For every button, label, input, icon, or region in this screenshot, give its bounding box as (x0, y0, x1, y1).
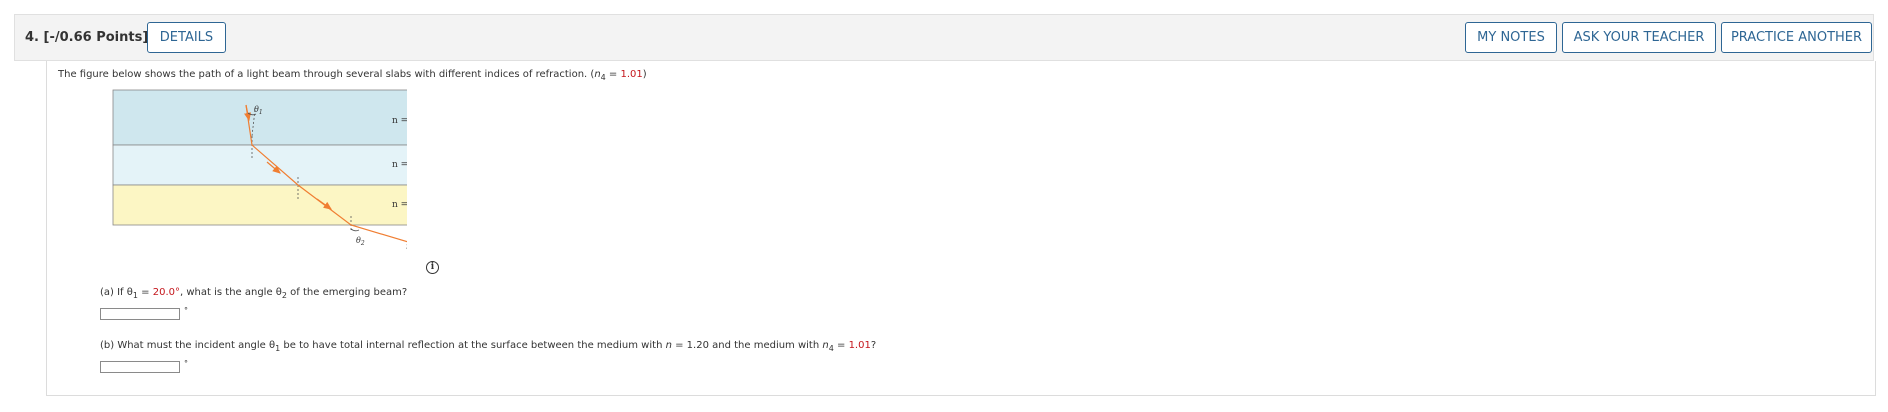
layer2-label: n = 1.40 (392, 160, 407, 170)
part-b-answer-input[interactable] (100, 361, 180, 373)
layer3-label: n = 1.20 (392, 200, 407, 210)
part-b-suffix: ? (870, 340, 877, 351)
info-icon[interactable]: i (426, 261, 439, 274)
question-body: The figure below shows the path of a lig… (46, 61, 1876, 396)
part-a-suffix: of the emerging beam? (287, 287, 408, 298)
intro-end: ) (642, 69, 647, 80)
slab-n160 (112, 89, 407, 146)
refraction-figure: θ1 θ2 n = 1.60 n = 1.40 n = 1.20 n4 (112, 89, 407, 253)
layer1-label: n = 1.60 (392, 116, 407, 126)
slab-n140 (112, 144, 407, 186)
part-a-question: (a) If θ1 = 20.0°, what is the angle θ2 … (100, 287, 407, 300)
details-button[interactable]: DETAILS (147, 22, 226, 53)
theta2-label: θ2 (356, 236, 365, 247)
part-a-eq: = (137, 287, 153, 298)
question-header: 4. [-/0.66 Points] DETAILS MY NOTES ASK … (14, 14, 1874, 61)
intro-text: The figure below shows the path of a lig… (58, 69, 595, 80)
ask-your-teacher-button[interactable]: ASK YOUR TEACHER (1562, 22, 1716, 53)
part-b-question: (b) What must the incident angle θ1 be t… (100, 340, 876, 353)
part-b-n4-value: 1.01 (848, 340, 871, 351)
intro-eq: = (605, 69, 621, 80)
part-a-middle: , what is the angle θ (180, 287, 282, 298)
question-number-label: 4. (25, 30, 39, 45)
part-b-middle: be to have total internal reflection at … (280, 340, 666, 351)
practice-another-button[interactable]: PRACTICE ANOTHER (1721, 22, 1872, 53)
theta2-arc (350, 228, 360, 232)
part-b-eq2: = (833, 340, 849, 351)
my-notes-button[interactable]: MY NOTES (1465, 22, 1557, 53)
part-b-eq1: = 1.20 and the medium with (671, 340, 823, 351)
part-a-answer-input[interactable] (100, 308, 180, 320)
points-label: [-/0.66 Points] (43, 30, 149, 45)
part-a-degree-unit: ° (184, 306, 188, 315)
n4-label: n4 (406, 242, 407, 253)
part-b-degree-unit: ° (184, 359, 188, 368)
n4-value: 1.01 (620, 69, 643, 80)
part-b-prefix: (b) What must the incident angle θ (100, 340, 276, 351)
theta1-value: 20.0° (152, 287, 180, 298)
question-number: 4. [-/0.66 Points] (25, 30, 148, 45)
part-a-prefix: (a) If θ (100, 287, 133, 298)
slab-n120 (112, 184, 407, 226)
